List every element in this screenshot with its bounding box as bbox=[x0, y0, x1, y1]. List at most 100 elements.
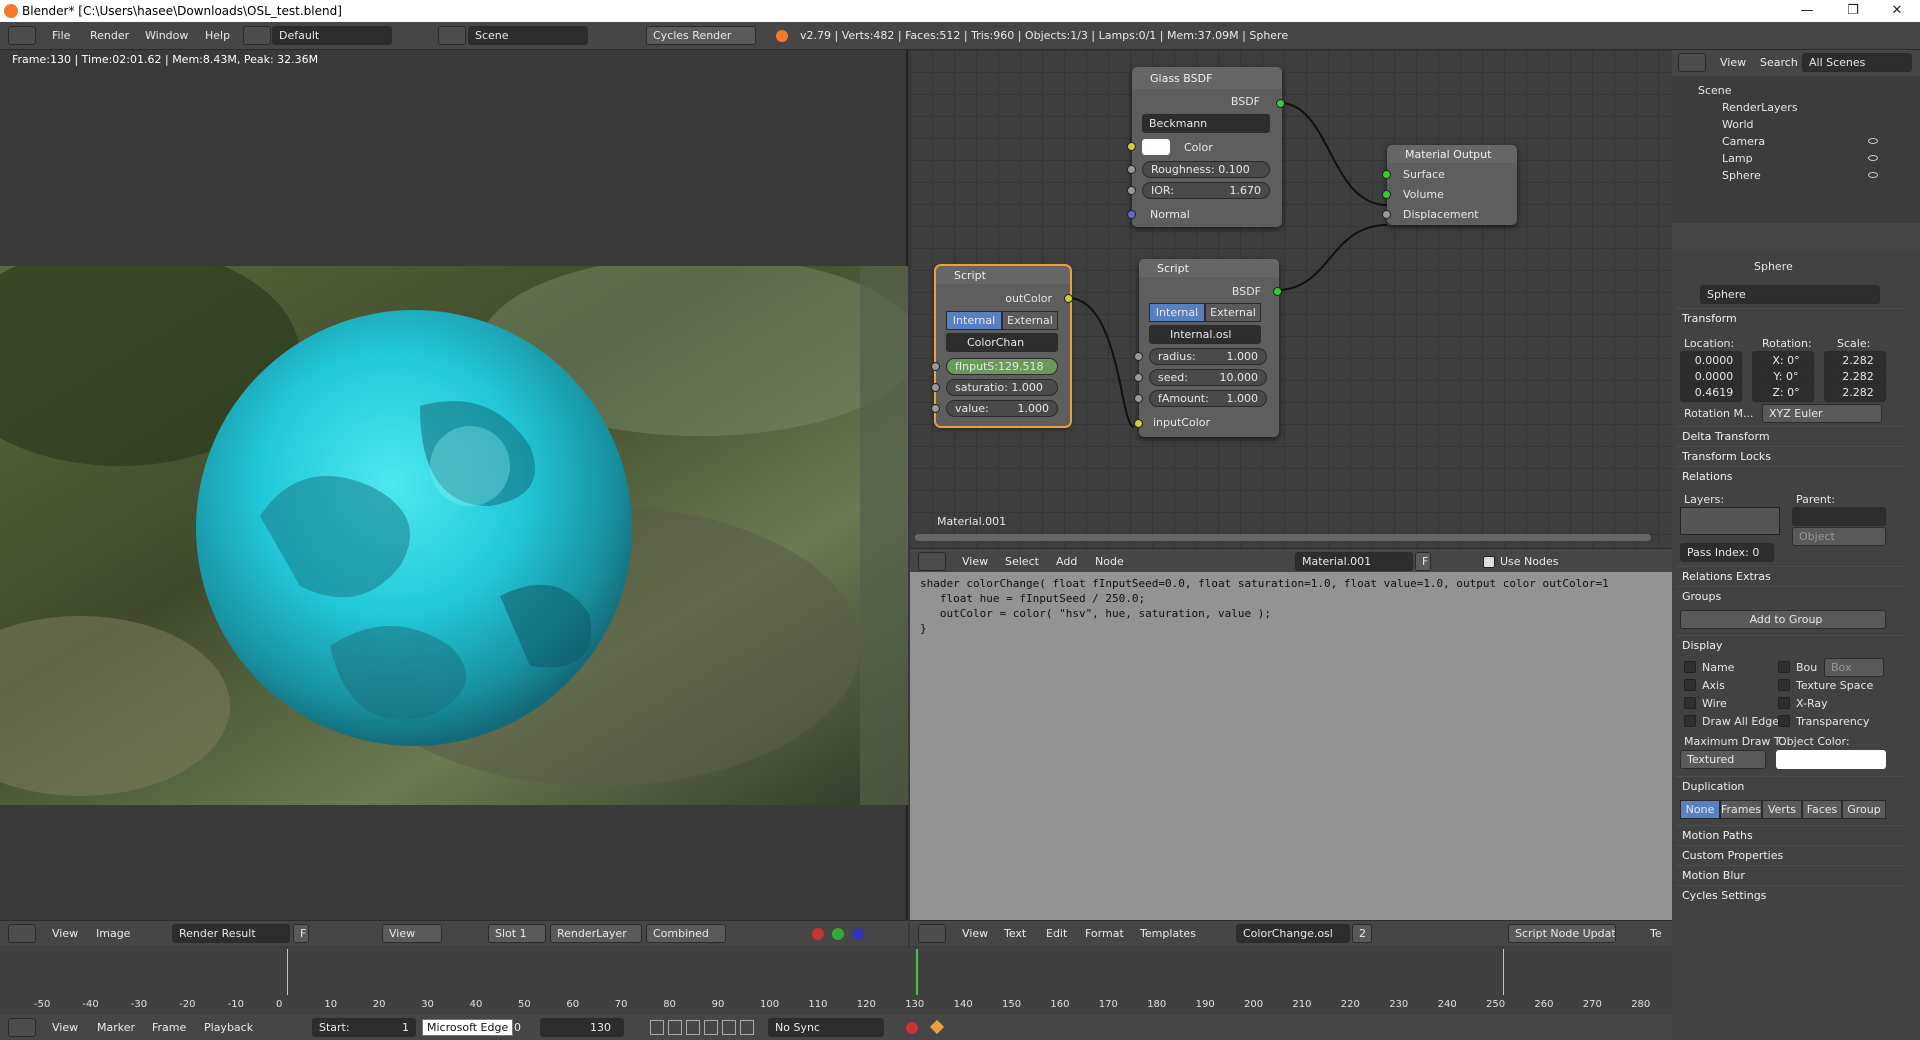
menu-frame[interactable]: Frame bbox=[152, 1021, 186, 1034]
motion-paths-panel[interactable]: Motion Paths bbox=[1676, 825, 1904, 845]
parent-field[interactable] bbox=[1792, 507, 1886, 526]
menu-search[interactable]: Search bbox=[1760, 56, 1798, 69]
relations-extras-panel[interactable]: Relations Extras bbox=[1676, 566, 1904, 586]
outliner-item[interactable]: Scene bbox=[1698, 84, 1732, 97]
script-file-select[interactable]: Internal.osl bbox=[1149, 325, 1261, 344]
outliner-item[interactable]: World bbox=[1722, 118, 1754, 131]
editor-type-icon[interactable] bbox=[918, 924, 946, 943]
custom-properties-panel[interactable]: Custom Properties bbox=[1676, 845, 1904, 865]
displacement-socket[interactable] bbox=[1382, 210, 1391, 219]
menu-help[interactable]: Help bbox=[205, 29, 230, 42]
volume-socket[interactable] bbox=[1382, 190, 1391, 199]
blue-channel-icon[interactable] bbox=[852, 928, 864, 940]
dup-faces-button[interactable]: Faces bbox=[1802, 800, 1842, 819]
current-frame-field[interactable]: 130 bbox=[540, 1018, 624, 1037]
keying-set-icon[interactable] bbox=[929, 1019, 945, 1035]
start-frame-field[interactable]: Start: 1 bbox=[312, 1018, 416, 1037]
menu-view[interactable]: View bbox=[962, 927, 988, 940]
layout-icon[interactable] bbox=[243, 26, 271, 45]
editor-type-icon[interactable] bbox=[918, 552, 946, 571]
texture-space-checkbox[interactable] bbox=[1778, 679, 1790, 691]
sync-mode-select[interactable]: No Sync bbox=[768, 1018, 884, 1037]
timeline[interactable]: -50 -40 -30 -20 -10 0 10 20 30 40 50 60 70 80 90 100 110… bbox=[0, 947, 1672, 1015]
bsdf-output-socket[interactable] bbox=[1276, 99, 1285, 108]
outliner-item[interactable]: RenderLayers bbox=[1722, 101, 1798, 114]
ior-socket[interactable] bbox=[1127, 186, 1136, 195]
outliner-item[interactable]: Camera bbox=[1722, 135, 1765, 148]
draw-all-edges-checkbox[interactable] bbox=[1684, 715, 1696, 727]
menu-select[interactable]: Select bbox=[1005, 555, 1039, 568]
relations-panel[interactable]: Relations bbox=[1676, 466, 1904, 486]
scale-z[interactable]: 2.282 bbox=[1824, 383, 1886, 402]
render-engine-select[interactable]: Cycles Render bbox=[646, 26, 756, 45]
cycles-settings-panel[interactable]: Cycles Settings bbox=[1676, 885, 1904, 905]
editor-type-icon[interactable] bbox=[8, 1018, 36, 1037]
menu-view[interactable]: View bbox=[1720, 56, 1746, 69]
menu-render[interactable]: Render bbox=[90, 29, 129, 42]
eye-icon[interactable] bbox=[1868, 172, 1878, 178]
pass-index-field[interactable]: Pass Index: 0 bbox=[1680, 543, 1774, 562]
external-button[interactable]: External bbox=[1002, 311, 1058, 330]
menu-image[interactable]: Image bbox=[96, 927, 130, 940]
menu-view[interactable]: View bbox=[962, 555, 988, 568]
script-file-select[interactable]: ColorChan bbox=[946, 333, 1058, 352]
layout-select[interactable]: Default bbox=[272, 26, 392, 45]
distribution-select[interactable]: Beckmann bbox=[1142, 114, 1270, 133]
value-field[interactable]: value: 1.000 bbox=[946, 400, 1058, 417]
roughness-socket[interactable] bbox=[1127, 165, 1136, 174]
pass-select[interactable]: Combined bbox=[646, 924, 726, 943]
transparency-checkbox[interactable] bbox=[1778, 715, 1790, 727]
current-frame-line[interactable] bbox=[916, 949, 918, 995]
saturation-field[interactable]: saturatio: 1.000 bbox=[946, 379, 1058, 396]
maximize-button[interactable]: ❐ bbox=[1830, 0, 1876, 22]
seed-socket[interactable] bbox=[1134, 373, 1143, 382]
radius-field[interactable]: radius: 1.000 bbox=[1149, 348, 1267, 365]
value-socket[interactable] bbox=[931, 404, 940, 413]
name-checkbox[interactable] bbox=[1684, 661, 1696, 673]
menu-node[interactable]: Node bbox=[1095, 555, 1124, 568]
outcolor-socket[interactable] bbox=[1064, 294, 1073, 303]
internal-button[interactable]: Internal bbox=[946, 311, 1002, 330]
play-reverse-icon[interactable] bbox=[686, 1020, 700, 1035]
transform-locks-panel[interactable]: Transform Locks bbox=[1676, 446, 1904, 466]
external-button[interactable]: External bbox=[1205, 303, 1261, 322]
next-keyframe-icon[interactable] bbox=[722, 1020, 736, 1035]
eye-icon[interactable] bbox=[1868, 138, 1878, 144]
famount-socket[interactable] bbox=[1134, 394, 1143, 403]
play-icon[interactable] bbox=[704, 1020, 718, 1035]
parent-type-select[interactable]: Object bbox=[1792, 527, 1886, 546]
use-nodes-checkbox[interactable] bbox=[1483, 556, 1495, 568]
slot-select[interactable]: Slot 1 bbox=[488, 924, 546, 943]
rotation-mode-select[interactable]: XYZ Euler bbox=[1762, 404, 1882, 423]
osl-code[interactable]: shader colorChange( float fInputSeed=0.0… bbox=[920, 576, 1609, 636]
xray-checkbox[interactable] bbox=[1778, 697, 1790, 709]
delta-transform-panel[interactable]: Delta Transform bbox=[1676, 426, 1904, 446]
display-mode-select[interactable]: All Scenes bbox=[1802, 53, 1912, 72]
menu-edit[interactable]: Edit bbox=[1046, 927, 1067, 940]
script-node-update-button[interactable]: Script Node Update bbox=[1508, 924, 1616, 943]
finputseed-field[interactable]: fInputS:129.518 bbox=[946, 358, 1058, 375]
radius-socket[interactable] bbox=[1134, 352, 1143, 361]
editor-type-icon[interactable] bbox=[8, 26, 36, 45]
dup-frames-button[interactable]: Frames bbox=[1720, 800, 1762, 819]
text-select[interactable]: ColorChange.osl bbox=[1236, 924, 1350, 943]
duplication-panel[interactable]: Duplication bbox=[1676, 776, 1904, 796]
color-swatch[interactable] bbox=[1142, 139, 1170, 155]
rotation-z[interactable]: Z: 0° bbox=[1752, 383, 1814, 402]
material-select[interactable]: Material.001 bbox=[1295, 552, 1413, 571]
close-button[interactable]: ✕ bbox=[1874, 0, 1920, 22]
green-channel-icon[interactable] bbox=[832, 928, 844, 940]
editor-type-icon[interactable] bbox=[1678, 53, 1706, 72]
image-editor[interactable]: Frame:130 | Time:02:01.62 | Mem:8.43M, P… bbox=[0, 50, 908, 946]
image-select[interactable]: Render Result bbox=[172, 924, 290, 943]
outliner-item[interactable]: Sphere bbox=[1722, 169, 1761, 182]
display-panel[interactable]: Display bbox=[1676, 635, 1904, 655]
famount-field[interactable]: fAmount: 1.000 bbox=[1149, 390, 1267, 407]
script-node-bsdf[interactable]: Script BSDF Internal External Internal.o… bbox=[1134, 259, 1282, 437]
dup-group-button[interactable]: Group bbox=[1842, 800, 1886, 819]
bounds-checkbox[interactable] bbox=[1778, 661, 1790, 673]
script-node-color[interactable]: Script outColor Internal External ColorC… bbox=[931, 264, 1073, 428]
menu-marker[interactable]: Marker bbox=[97, 1021, 135, 1034]
bounds-type-select[interactable]: Box bbox=[1824, 658, 1884, 677]
fake-user-button[interactable]: F bbox=[293, 924, 309, 943]
